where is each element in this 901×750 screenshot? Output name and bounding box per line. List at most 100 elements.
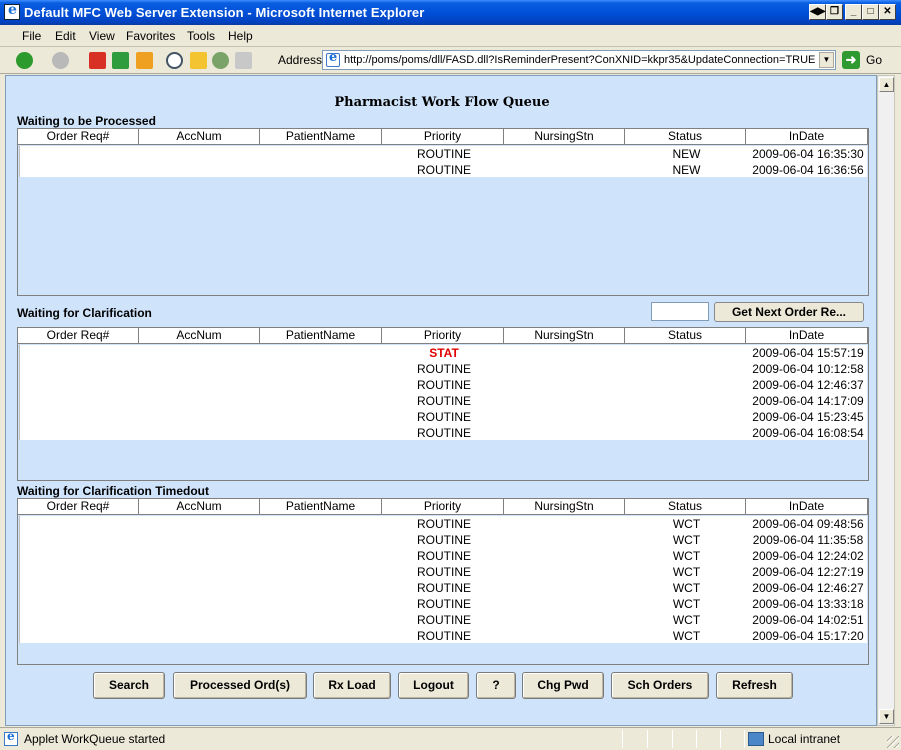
back-icon[interactable] xyxy=(16,52,33,69)
refresh-button[interactable]: Refresh xyxy=(716,672,793,699)
status-divider xyxy=(744,730,745,748)
cell-patient xyxy=(261,596,383,612)
table-row[interactable]: STAT 2009-06-04 15:57:19 xyxy=(20,345,868,361)
cell-indate: 2009-06-04 16:36:56 xyxy=(752,163,864,177)
stop-icon[interactable] xyxy=(89,52,106,69)
cell-status: WCT xyxy=(672,565,701,579)
print-icon[interactable] xyxy=(235,52,252,69)
scroll-down-icon[interactable]: ▼ xyxy=(879,709,894,724)
change-password-button[interactable]: Chg Pwd xyxy=(522,672,604,699)
cell-acc xyxy=(140,532,261,548)
cell-acc xyxy=(140,425,261,441)
favorites-icon[interactable] xyxy=(190,52,207,69)
waiting-processed-grid[interactable]: Order Req# AccNum PatientName Priority Nursi… xyxy=(17,128,869,296)
cell-acc xyxy=(140,580,261,596)
restore-down-icon[interactable]: ❐ xyxy=(826,4,843,20)
chevron-down-icon[interactable]: ▼ xyxy=(819,52,834,68)
scheduled-orders-button[interactable]: Sch Orders xyxy=(611,672,709,699)
column-header[interactable]: Priority xyxy=(382,328,504,343)
column-header[interactable]: AccNum xyxy=(139,499,260,514)
table-row[interactable]: ROUTINE 2009-06-04 12:46:37 xyxy=(20,377,868,393)
close-button[interactable]: ✕ xyxy=(879,4,896,20)
cell-nursing xyxy=(505,393,626,409)
column-header[interactable]: Order Req# xyxy=(18,129,139,144)
logout-button[interactable]: Logout xyxy=(398,672,469,699)
resize-grip-icon[interactable] xyxy=(887,736,899,748)
table-row[interactable]: ROUTINE NEW 2009-06-04 16:36:56 xyxy=(20,162,868,178)
order-number-input[interactable] xyxy=(651,302,709,321)
scroll-up-icon[interactable]: ▲ xyxy=(879,77,894,92)
cell-acc xyxy=(140,516,261,532)
grid-header: Order Req# AccNum PatientName Priority Nursi… xyxy=(18,129,868,145)
column-header[interactable]: InDate xyxy=(746,499,868,514)
column-header[interactable]: NursingStn xyxy=(504,499,625,514)
menu-bar: File Edit View Favorites Tools Help xyxy=(0,25,901,72)
maximize-button[interactable]: □ xyxy=(862,4,879,20)
menu-view[interactable]: View xyxy=(89,29,115,43)
table-row[interactable]: ROUTINE 2009-06-04 10:12:58 xyxy=(20,361,868,377)
go-button[interactable]: ➜ Go xyxy=(842,51,897,69)
column-header[interactable]: PatientName xyxy=(260,129,382,144)
table-row[interactable]: ROUTINE 2009-06-04 16:08:54 xyxy=(20,425,868,441)
cell-order xyxy=(19,409,140,425)
help-button[interactable]: ? xyxy=(476,672,516,699)
column-header[interactable]: PatientName xyxy=(260,328,382,343)
table-row[interactable]: ROUTINE WCT 2009-06-04 13:33:18 xyxy=(20,596,868,612)
column-header[interactable]: Order Req# xyxy=(18,328,139,343)
vertical-scrollbar[interactable]: ▲ ▼ xyxy=(877,75,895,726)
table-row[interactable]: ROUTINE 2009-06-04 15:23:45 xyxy=(20,409,868,425)
cell-status xyxy=(626,393,747,409)
processed-orders-button[interactable]: Processed Ord(s) xyxy=(173,672,307,699)
address-url[interactable]: http://poms/poms/dll/FASD.dll?IsReminder… xyxy=(344,54,815,66)
home-icon[interactable] xyxy=(136,52,153,69)
column-header[interactable]: NursingStn xyxy=(504,129,625,144)
table-row[interactable]: ROUTINE WCT 2009-06-04 12:24:02 xyxy=(20,548,868,564)
column-header[interactable]: AccNum xyxy=(139,328,260,343)
table-row[interactable]: ROUTINE WCT 2009-06-04 12:27:19 xyxy=(20,564,868,580)
page-status-icon xyxy=(4,729,18,746)
minimize-button[interactable]: _ xyxy=(845,4,862,20)
column-header[interactable]: InDate xyxy=(746,328,868,343)
refresh-icon[interactable] xyxy=(112,52,129,69)
column-header[interactable]: Status xyxy=(625,129,746,144)
menu-favorites[interactable]: Favorites xyxy=(126,29,175,43)
column-header[interactable]: AccNum xyxy=(139,129,260,144)
waiting-clarification-grid[interactable]: Order Req# AccNum PatientName Priority Nursi… xyxy=(17,327,869,481)
menu-file[interactable]: File xyxy=(22,29,41,43)
grid-header: Order Req# AccNum PatientName Priority Nursi… xyxy=(18,499,868,515)
column-header[interactable]: InDate xyxy=(746,129,868,144)
forward-icon[interactable] xyxy=(52,52,69,69)
cell-status xyxy=(626,425,747,441)
table-row[interactable]: ROUTINE WCT 2009-06-04 11:35:58 xyxy=(20,532,868,548)
cell-priority: ROUTINE xyxy=(417,362,471,376)
rx-load-button[interactable]: Rx Load xyxy=(313,672,391,699)
column-header[interactable]: NursingStn xyxy=(504,328,625,343)
get-next-order-button[interactable]: Get Next Order Re... xyxy=(714,302,864,322)
search-button[interactable]: Search xyxy=(93,672,165,699)
menu-edit[interactable]: Edit xyxy=(55,29,76,43)
menu-tools[interactable]: Tools xyxy=(187,29,215,43)
column-header[interactable]: Priority xyxy=(382,499,504,514)
column-header[interactable]: PatientName xyxy=(260,499,382,514)
table-row[interactable]: ROUTINE 2009-06-04 14:17:09 xyxy=(20,393,868,409)
cell-patient xyxy=(261,409,383,425)
cell-nursing xyxy=(505,345,626,361)
table-row[interactable]: ROUTINE WCT 2009-06-04 09:48:56 xyxy=(20,516,868,532)
address-input[interactable]: http://poms/poms/dll/FASD.dll?IsReminder… xyxy=(322,50,836,70)
column-header[interactable]: Order Req# xyxy=(18,499,139,514)
table-row[interactable]: ROUTINE WCT 2009-06-04 12:46:27 xyxy=(20,580,868,596)
column-header[interactable]: Status xyxy=(625,328,746,343)
column-header[interactable]: Priority xyxy=(382,129,504,144)
table-row[interactable]: ROUTINE WCT 2009-06-04 14:02:51 xyxy=(20,612,868,628)
cell-order xyxy=(19,564,140,580)
cell-indate: 2009-06-04 14:02:51 xyxy=(752,613,864,627)
media-icon[interactable] xyxy=(212,52,229,69)
clarification-timedout-grid[interactable]: Order Req# AccNum PatientName Priority Nursi… xyxy=(17,498,869,665)
status-text: Applet WorkQueue started xyxy=(24,732,166,746)
sync-icon[interactable]: ◀▶ xyxy=(809,4,826,20)
table-row[interactable]: ROUTINE WCT 2009-06-04 15:17:20 xyxy=(20,628,868,644)
table-row[interactable]: ROUTINE NEW 2009-06-04 16:35:30 xyxy=(20,146,868,162)
menu-help[interactable]: Help xyxy=(228,29,253,43)
column-header[interactable]: Status xyxy=(625,499,746,514)
search-icon[interactable] xyxy=(166,52,183,69)
